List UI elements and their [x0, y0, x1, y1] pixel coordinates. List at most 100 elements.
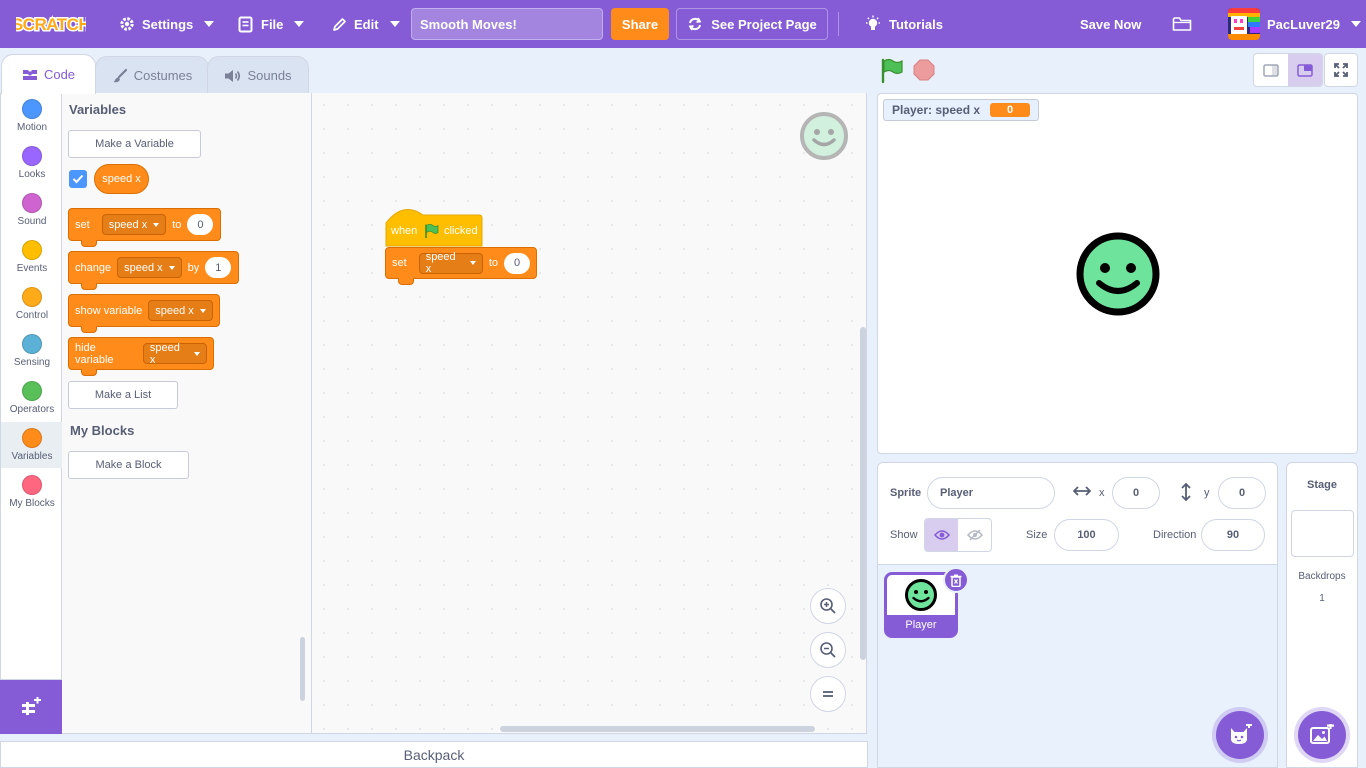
file-menu[interactable]: File	[238, 0, 305, 48]
category-control[interactable]: Control	[1, 281, 63, 327]
y-input[interactable]: 0	[1218, 477, 1266, 509]
stage-size-toggle	[1253, 53, 1323, 87]
project-title-input[interactable]: Smooth Moves!	[411, 8, 603, 40]
chevron-down-icon	[168, 265, 175, 270]
variables-heading: Variables	[69, 102, 127, 117]
value-input[interactable]: 0	[504, 252, 530, 274]
direction-input[interactable]: 90	[1201, 519, 1265, 551]
category-my-blocks[interactable]: My Blocks	[1, 469, 63, 515]
category-events[interactable]: Events	[1, 234, 63, 280]
category-looks[interactable]: Looks	[1, 140, 63, 186]
category-label: My Blocks	[9, 498, 55, 509]
show-sprite-button[interactable]	[925, 519, 958, 551]
block-text: when	[391, 225, 418, 237]
sprite-tile-player[interactable]: Player	[884, 567, 969, 638]
edit-menu[interactable]: Edit	[332, 0, 400, 48]
delete-sprite-button[interactable]	[943, 567, 969, 593]
hide-sprite-button[interactable]	[958, 519, 991, 551]
choose-backdrop-button[interactable]	[1298, 711, 1346, 759]
palette-scrollbar[interactable]	[300, 637, 305, 701]
settings-menu[interactable]: Settings	[119, 0, 215, 48]
variable-reporter-speed-x[interactable]: speed x	[94, 164, 149, 194]
sprite-name-input[interactable]: Player	[927, 477, 1055, 509]
stage-heading: Stage	[1307, 479, 1337, 491]
stage-canvas[interactable]: Player: speed x 0	[877, 93, 1358, 454]
category-label: Sensing	[13, 357, 51, 368]
account-menu[interactable]: PacLuver29	[1228, 0, 1361, 48]
script-vertical-scrollbar[interactable]	[860, 327, 866, 660]
file-icon	[238, 16, 253, 32]
change-variable-block[interactable]: change speed x by 1	[68, 251, 239, 290]
category-label: Control	[15, 310, 49, 321]
make-block-button[interactable]: Make a Block	[68, 451, 189, 479]
make-variable-button[interactable]: Make a Variable	[68, 130, 201, 158]
tab-sounds[interactable]: Sounds	[207, 56, 309, 94]
size-input[interactable]: 100	[1054, 519, 1119, 551]
value-input[interactable]: 1	[205, 257, 232, 278]
script-horizontal-scrollbar[interactable]	[500, 726, 815, 732]
small-stage-button[interactable]	[1254, 54, 1288, 86]
category-label: Events	[16, 263, 48, 274]
category-variables[interactable]: Variables	[1, 422, 63, 468]
share-button[interactable]: Share	[611, 8, 669, 40]
block-notch	[81, 283, 97, 290]
see-project-page-button[interactable]: See Project Page	[676, 8, 828, 40]
category-motion[interactable]: Motion	[1, 93, 63, 139]
show-variable-block[interactable]: show variable speed x	[68, 294, 220, 333]
backpack-bar[interactable]: Backpack	[0, 741, 868, 768]
variable-dropdown[interactable]: speed x	[101, 214, 167, 235]
my-stuff-button[interactable]	[1172, 0, 1192, 48]
file-label: File	[261, 16, 284, 32]
category-color-dot	[22, 99, 42, 119]
script-area[interactable]: when clicked set speed x to 0	[312, 93, 867, 734]
block-text: show variable	[75, 304, 143, 317]
swap-arrows-icon	[688, 17, 702, 31]
direction-label: Direction	[1153, 529, 1197, 541]
zoom-reset-button[interactable]	[810, 676, 846, 712]
variable-dropdown[interactable]: speed x	[142, 342, 207, 366]
save-now-button[interactable]: Save Now	[1080, 0, 1141, 48]
category-color-dot	[22, 381, 42, 401]
backdrops-label: Backdrops	[1298, 571, 1346, 582]
zoom-in-button[interactable]	[810, 588, 846, 624]
tutorials-label: Tutorials	[889, 16, 943, 32]
hide-variable-block[interactable]: hide variable speed x	[68, 337, 214, 376]
variable-dropdown[interactable]: speed x	[148, 300, 213, 321]
edit-label: Edit	[354, 16, 379, 32]
backdrops-count: 1	[1319, 593, 1325, 604]
category-sound[interactable]: Sound	[1, 187, 63, 233]
variable-dropdown[interactable]: speed x	[117, 257, 182, 278]
player-sprite[interactable]	[1075, 231, 1161, 317]
script-set-variable-block[interactable]: set speed x to 0	[385, 247, 537, 285]
when-flag-clicked-block[interactable]: when clicked	[385, 203, 483, 247]
tab-code[interactable]: Code	[1, 54, 96, 94]
add-extension-button[interactable]	[0, 680, 62, 734]
scratch-logo[interactable]: SCRATCH	[16, 10, 86, 37]
category-label: Variables	[11, 451, 53, 462]
set-variable-block[interactable]: set speed x to 0	[68, 208, 221, 247]
x-input[interactable]: 0	[1112, 477, 1160, 509]
make-list-button[interactable]: Make a List	[68, 381, 178, 409]
tutorials-button[interactable]: Tutorials	[864, 0, 943, 48]
stage-thumbnail[interactable]	[1291, 510, 1354, 557]
choose-sprite-button[interactable]	[1216, 711, 1264, 759]
variable-monitor[interactable]: Player: speed x 0	[883, 99, 1040, 121]
zoom-out-button[interactable]	[810, 632, 846, 668]
block-text: change	[75, 261, 112, 274]
block-notch	[81, 326, 97, 333]
normal-stage-button[interactable]	[1288, 54, 1322, 86]
dropdown-value: speed x	[155, 304, 194, 317]
category-sensing[interactable]: Sensing	[1, 328, 63, 374]
menu-bar: SCRATCH Settings File Edit Smooth Moves!…	[0, 0, 1366, 48]
variable-dropdown[interactable]: speed x	[418, 251, 483, 275]
value-input[interactable]: 0	[187, 214, 214, 235]
tab-costumes[interactable]: Costumes	[95, 56, 209, 94]
green-flag-button[interactable]	[878, 57, 906, 85]
vertical-arrows-icon	[1181, 483, 1191, 501]
variable-checkbox[interactable]	[69, 170, 87, 188]
category-color-dot	[22, 475, 42, 495]
fullscreen-button[interactable]	[1324, 53, 1358, 87]
stop-button[interactable]	[913, 59, 935, 81]
stage-target-pane[interactable]: Stage Backdrops 1	[1286, 462, 1358, 768]
category-operators[interactable]: Operators	[1, 375, 63, 421]
